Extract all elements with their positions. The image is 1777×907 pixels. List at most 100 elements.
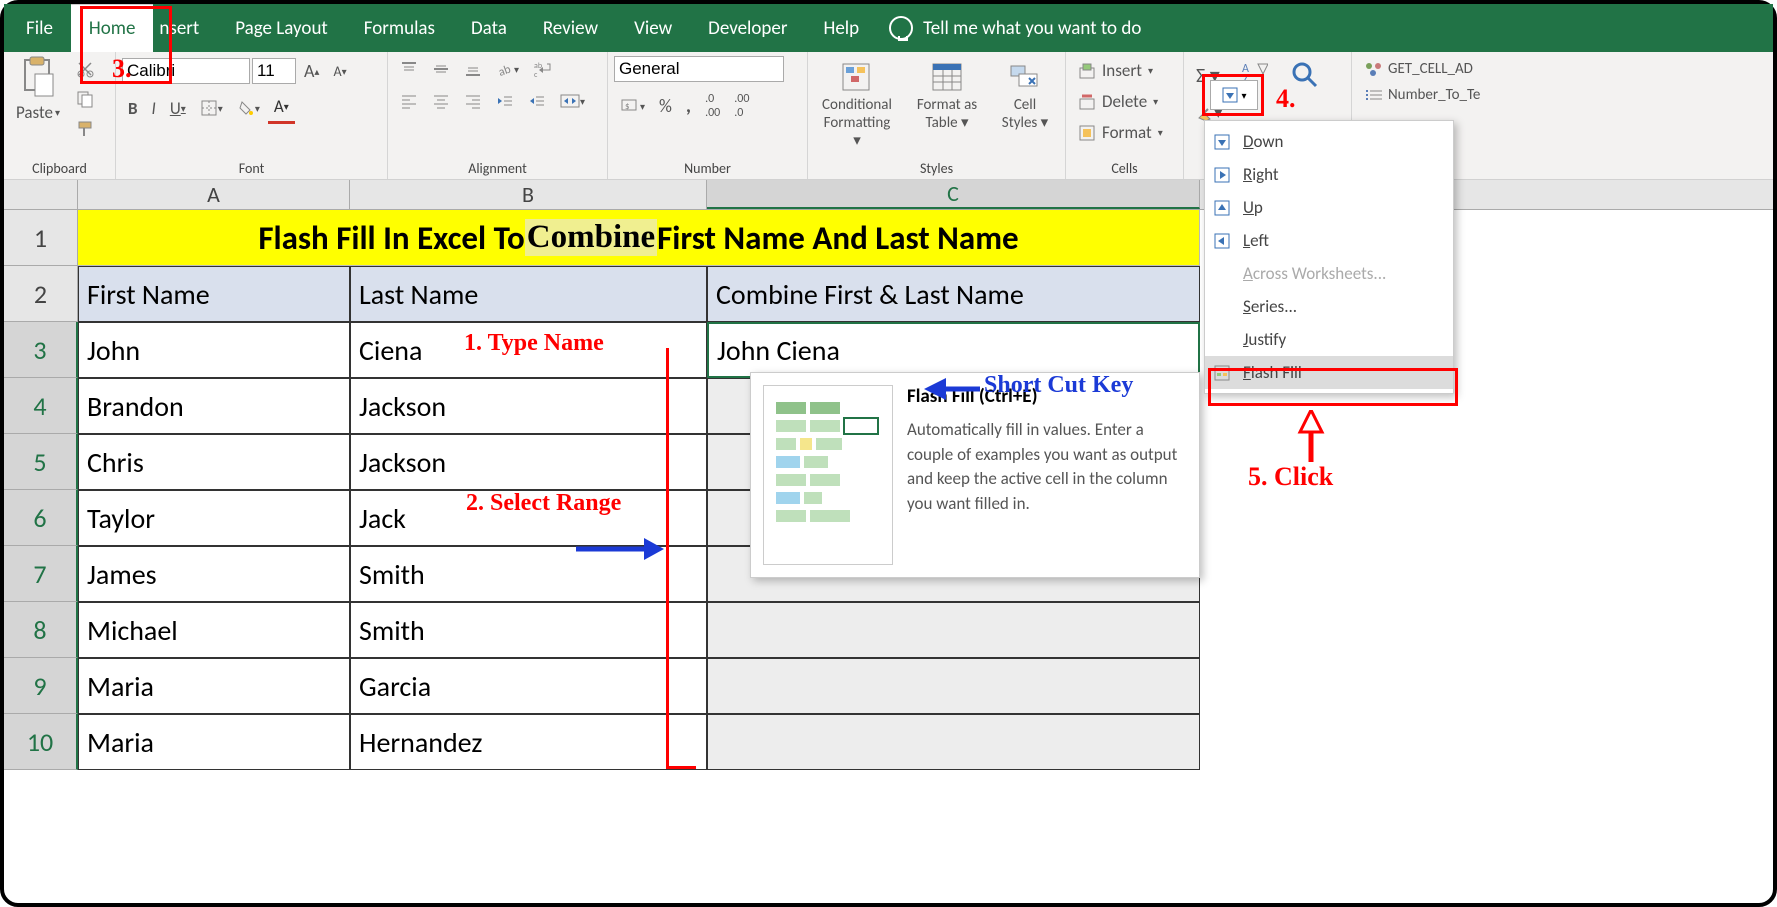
row-header-5[interactable]: 5 bbox=[4, 434, 78, 490]
format-as-table-button[interactable]: Format as Table ▾ bbox=[908, 56, 986, 136]
percent-style-icon[interactable]: % bbox=[653, 91, 678, 121]
header-combine[interactable]: Combine First & Last Name bbox=[707, 266, 1200, 322]
merge-center-icon[interactable]: ▾ bbox=[554, 88, 591, 114]
format-painter-icon[interactable] bbox=[70, 116, 100, 142]
title-cell[interactable]: Flash Fill In Excel To Combine First Nam… bbox=[78, 210, 1200, 266]
delete-cells-button[interactable]: Delete ▾ bbox=[1072, 87, 1177, 116]
wrap-text-icon[interactable]: abc bbox=[527, 56, 559, 82]
cell-c8[interactable] bbox=[707, 602, 1200, 658]
increase-indent-icon[interactable] bbox=[522, 88, 552, 114]
col-header-c[interactable]: C bbox=[707, 180, 1200, 209]
fill-color-icon[interactable]: ▾ bbox=[231, 95, 266, 121]
styles-group-label: Styles bbox=[814, 158, 1059, 177]
tooltip-desc: Automatically fill in values. Enter a co… bbox=[907, 418, 1187, 517]
svg-text:ab: ab bbox=[497, 63, 513, 78]
tell-me-label: Tell me what you want to do bbox=[923, 17, 1141, 40]
cell-a8[interactable]: Michael bbox=[78, 602, 350, 658]
comma-style-icon[interactable]: , bbox=[680, 90, 697, 122]
col-header-a[interactable]: A bbox=[78, 180, 350, 209]
row-header-1[interactable]: 1 bbox=[4, 210, 78, 266]
italic-button[interactable]: I bbox=[146, 94, 162, 123]
format-cells-button[interactable]: Format ▾ bbox=[1072, 118, 1177, 147]
cell-a9[interactable]: Maria bbox=[78, 658, 350, 714]
decrease-decimal-icon[interactable]: .00.0 bbox=[728, 88, 755, 124]
insert-cells-button[interactable]: Insert ▾ bbox=[1072, 56, 1177, 85]
borders-icon[interactable]: ▾ bbox=[194, 95, 229, 121]
anno-4: 4. bbox=[1276, 84, 1296, 114]
row-header-8[interactable]: 8 bbox=[4, 602, 78, 658]
cell-a6[interactable]: Taylor bbox=[78, 490, 350, 546]
tab-formulas[interactable]: Formulas bbox=[346, 4, 453, 52]
cell-b4[interactable]: Jackson bbox=[350, 378, 707, 434]
fill-justify-item[interactable]: Justify bbox=[1205, 323, 1453, 356]
get-cell-addr-button[interactable]: GET_CELL_AD bbox=[1358, 56, 1526, 82]
title-mid: Combine bbox=[525, 219, 657, 256]
align-top-icon[interactable] bbox=[394, 56, 424, 82]
flash-fill-tooltip-icon bbox=[763, 385, 893, 565]
number-format-input[interactable] bbox=[614, 56, 784, 82]
tell-me-search[interactable]: Tell me what you want to do bbox=[889, 16, 1141, 40]
cell-b10[interactable]: Hernandez bbox=[350, 714, 707, 770]
cell-b5[interactable]: Jackson bbox=[350, 434, 707, 490]
anno-3: 3. bbox=[112, 54, 132, 84]
tab-page-layout[interactable]: Page Layout bbox=[217, 4, 346, 52]
tab-review[interactable]: Review bbox=[525, 4, 616, 52]
row-header-3[interactable]: 3 bbox=[4, 322, 78, 378]
cell-c10[interactable] bbox=[707, 714, 1200, 770]
select-all-corner[interactable] bbox=[4, 180, 78, 209]
fill-up-item[interactable]: Up bbox=[1205, 191, 1453, 224]
font-color-icon[interactable]: A▾ bbox=[268, 92, 295, 124]
header-last-name[interactable]: Last Name bbox=[350, 266, 707, 322]
tab-view[interactable]: View bbox=[616, 4, 690, 52]
row-header-6[interactable]: 6 bbox=[4, 490, 78, 546]
cell-b9[interactable]: Garcia bbox=[350, 658, 707, 714]
row-header-9[interactable]: 9 bbox=[4, 658, 78, 714]
fill-series-item[interactable]: Series... bbox=[1205, 290, 1453, 323]
cell-a4[interactable]: Brandon bbox=[78, 378, 350, 434]
cell-a3[interactable]: John bbox=[78, 322, 350, 378]
cell-b8[interactable]: Smith bbox=[350, 602, 707, 658]
tab-file[interactable]: File bbox=[8, 4, 71, 52]
decrease-indent-icon[interactable] bbox=[490, 88, 520, 114]
align-left-icon[interactable] bbox=[394, 88, 424, 114]
conditional-formatting-button[interactable]: Conditional Formatting ▾ bbox=[814, 56, 900, 154]
orientation-icon[interactable]: ab▾ bbox=[490, 56, 525, 82]
align-bottom-icon[interactable] bbox=[458, 56, 488, 82]
tab-help[interactable]: Help bbox=[806, 4, 878, 52]
align-middle-icon[interactable] bbox=[426, 56, 456, 82]
fill-left-item[interactable]: Left bbox=[1205, 224, 1453, 257]
align-right-icon[interactable] bbox=[458, 88, 488, 114]
header-first-name[interactable]: First Name bbox=[78, 266, 350, 322]
alignment-group-label: Alignment bbox=[394, 158, 601, 177]
clipboard-group-label: Clipboard bbox=[10, 158, 109, 177]
number-to-text-button[interactable]: Number_To_Te bbox=[1358, 82, 1526, 108]
col-header-b[interactable]: B bbox=[350, 180, 707, 209]
underline-button[interactable]: U▾ bbox=[164, 94, 192, 123]
cell-a10[interactable]: Maria bbox=[78, 714, 350, 770]
tab-developer[interactable]: Developer bbox=[690, 4, 805, 52]
cell-a7[interactable]: James bbox=[78, 546, 350, 602]
cell-c9[interactable] bbox=[707, 658, 1200, 714]
paste-button[interactable]: Paste▾ bbox=[10, 98, 66, 127]
format-icon bbox=[1078, 124, 1096, 142]
fill-down-item[interactable]: Down bbox=[1205, 125, 1453, 158]
tab-data[interactable]: Data bbox=[453, 4, 525, 52]
cell-a5[interactable]: Chris bbox=[78, 434, 350, 490]
bold-button[interactable]: B bbox=[122, 94, 144, 123]
row-header-7[interactable]: 7 bbox=[4, 546, 78, 602]
title-post: First Name And Last Name bbox=[657, 218, 1019, 258]
cell-styles-button[interactable]: Cell Styles ▾ bbox=[994, 56, 1056, 136]
row-header-2[interactable]: 2 bbox=[4, 266, 78, 322]
font-group-label: Font bbox=[122, 158, 381, 177]
copy-icon[interactable] bbox=[70, 86, 100, 112]
increase-font-icon[interactable]: A▴ bbox=[298, 56, 325, 86]
row-header-10[interactable]: 10 bbox=[4, 714, 78, 770]
fill-right-item[interactable]: Right bbox=[1205, 158, 1453, 191]
decrease-font-icon[interactable]: A▾ bbox=[327, 59, 352, 84]
accounting-format-icon[interactable]: $▾ bbox=[614, 93, 651, 119]
increase-decimal-icon[interactable]: .0.00 bbox=[699, 88, 726, 124]
row-header-4[interactable]: 4 bbox=[4, 378, 78, 434]
font-size-input[interactable] bbox=[252, 58, 296, 84]
align-center-icon[interactable] bbox=[426, 88, 456, 114]
cell-c3[interactable]: John Ciena bbox=[707, 322, 1200, 378]
